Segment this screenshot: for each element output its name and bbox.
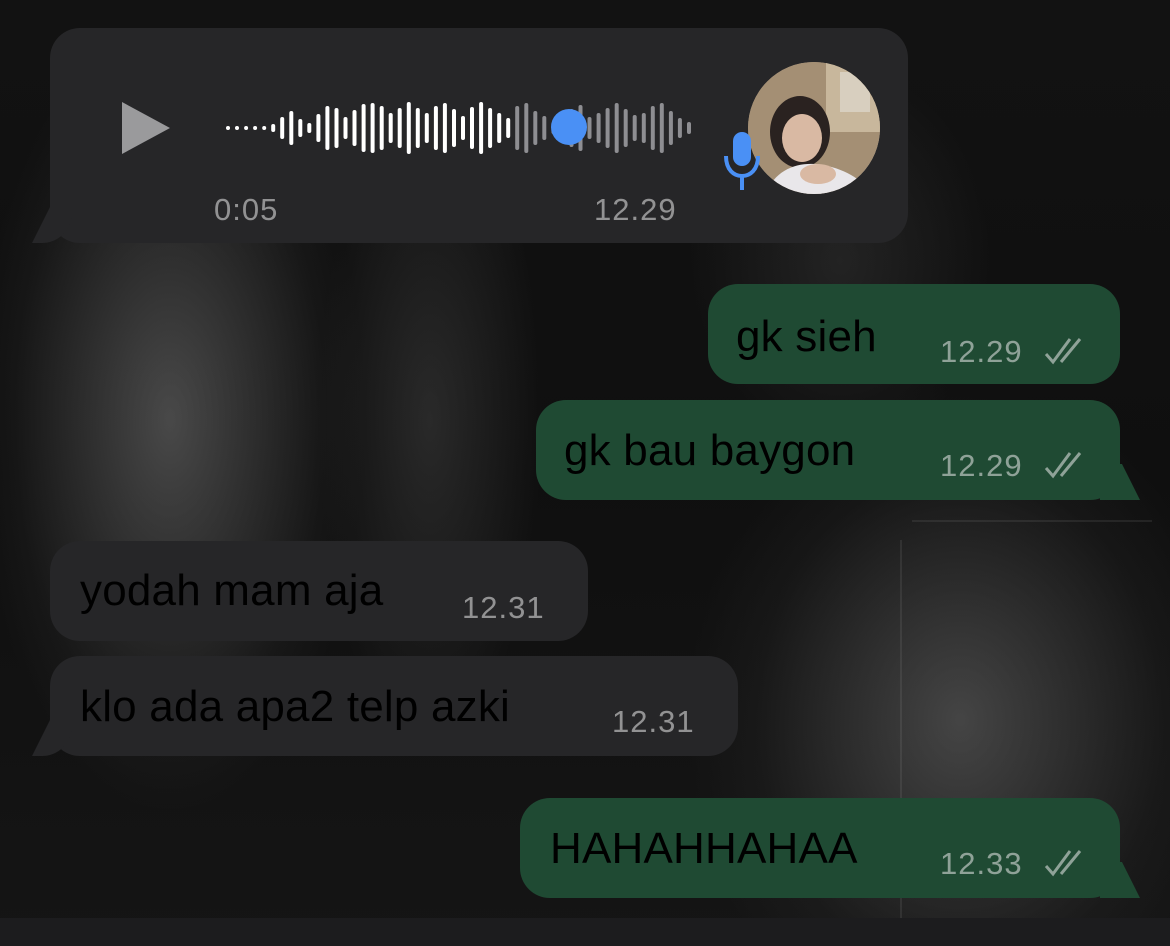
waveform-bar: [352, 110, 357, 146]
message-text: klo ada apa2 telp azki: [80, 682, 511, 731]
voice-waveform[interactable]: [226, 88, 696, 168]
waveform-bar: [587, 117, 592, 139]
waveform-bar: [262, 126, 267, 130]
waveform-bar: [442, 103, 447, 153]
waveform-bar: [632, 115, 637, 141]
waveform-bar: [397, 108, 402, 148]
waveform-bar: [235, 126, 239, 130]
waveform-bar: [668, 111, 673, 145]
waveform-bar: [406, 102, 411, 154]
waveform-bar: [388, 113, 393, 143]
mic-icon: [724, 132, 760, 190]
waveform-bar: [415, 108, 420, 148]
waveform-bar: [596, 113, 601, 143]
message-text: gk sieh: [736, 312, 877, 361]
playback-scrubber[interactable]: [551, 109, 587, 145]
waveform-bar: [361, 104, 366, 152]
waveform-bar: [470, 107, 474, 149]
message-text: gk bau baygon: [564, 426, 856, 475]
waveform-bar: [687, 122, 691, 134]
waveform-bar: [298, 119, 303, 137]
waveform-bar: [659, 103, 664, 153]
waveform-bar: [289, 111, 294, 145]
waveform-bar: [307, 123, 312, 133]
waveform-bar: [325, 106, 330, 150]
waveform-bar: [253, 126, 258, 130]
waveform-bar: [677, 118, 682, 138]
waveform-bar: [244, 126, 249, 130]
waveform-bar: [605, 108, 610, 148]
waveform-bar: [343, 117, 348, 139]
waveform-bar: [488, 108, 493, 148]
waveform-bar: [497, 113, 502, 143]
waveform-bar: [370, 103, 375, 153]
bottom-bar: [0, 918, 1170, 946]
waveform-bar: [542, 116, 547, 140]
message-timestamp: 12.29: [940, 448, 1023, 483]
message-timestamp: 12.29: [940, 334, 1023, 369]
wallpaper-seam: [912, 520, 1152, 522]
message-text: HAHAHHAHAA: [550, 824, 858, 873]
double-check-icon: [1044, 452, 1082, 479]
double-check-icon: [1044, 850, 1082, 877]
double-check-icon: [1044, 338, 1082, 365]
waveform-bar: [461, 116, 465, 140]
message-timestamp: 12.33: [940, 846, 1023, 881]
waveform-bar: [316, 114, 321, 142]
waveform-bar: [614, 103, 619, 153]
waveform-bar: [650, 106, 655, 150]
waveform-bar: [271, 124, 276, 132]
waveform-bar: [334, 108, 339, 148]
waveform-bar: [280, 117, 285, 139]
voice-timestamp: 12.29: [594, 192, 677, 227]
play-icon[interactable]: [118, 98, 174, 158]
waveform-bar: [515, 106, 520, 150]
waveform-bar: [479, 102, 484, 154]
message-text: yodah mam aja: [80, 566, 384, 615]
waveform-bar: [424, 113, 429, 143]
message-timestamp: 12.31: [462, 590, 545, 625]
waveform-bar: [226, 126, 230, 130]
waveform-bar: [524, 103, 529, 153]
waveform-bar: [533, 111, 538, 145]
message-timestamp: 12.31: [612, 704, 695, 739]
waveform-bar: [623, 109, 628, 147]
waveform-bar: [641, 113, 646, 143]
waveform-bar: [452, 109, 456, 147]
waveform-bar: [379, 106, 384, 150]
waveform-bar: [433, 106, 438, 150]
voice-duration: 0:05: [214, 192, 279, 227]
waveform-bar: [506, 118, 511, 138]
sender-avatar[interactable]: [748, 62, 880, 194]
